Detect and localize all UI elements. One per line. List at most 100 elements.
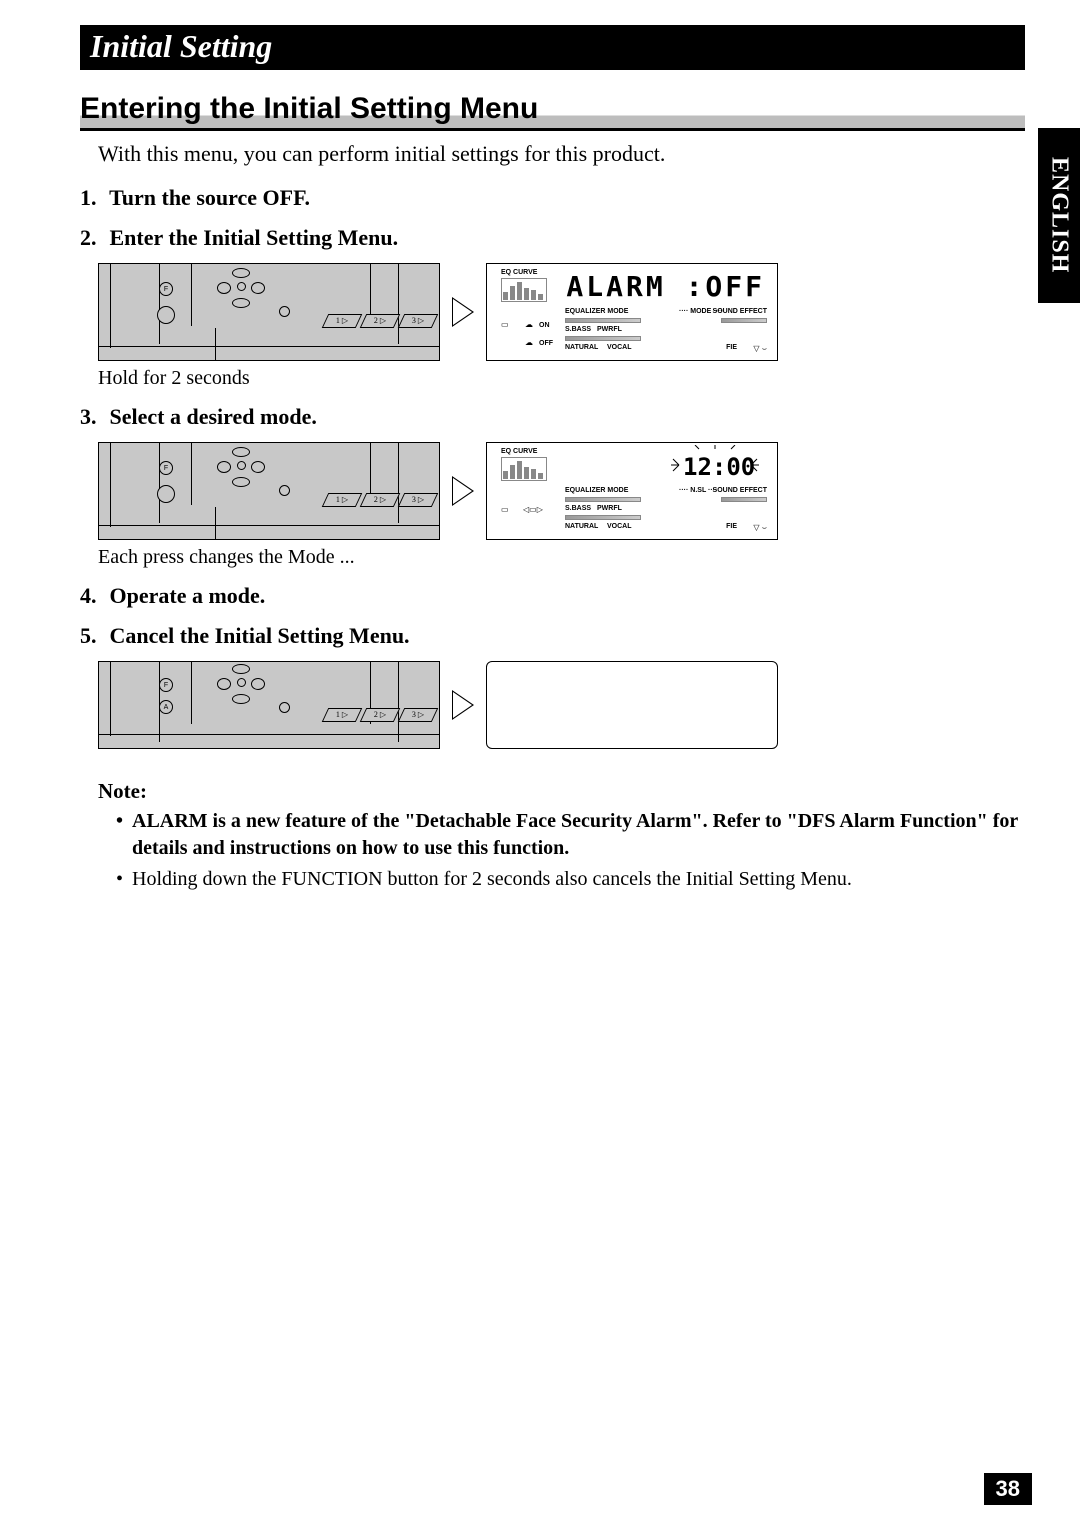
clock-burst-icon: 12:00 xyxy=(669,445,761,485)
pwrfl-label: PWRFL xyxy=(597,505,622,512)
arrow-icon xyxy=(448,442,478,540)
f-button-icon: F xyxy=(159,678,173,692)
center-dot-icon xyxy=(237,678,246,687)
sound-effect-label: SOUND EFFECT xyxy=(713,487,767,494)
step-text: Cancel the Initial Setting Menu. xyxy=(110,623,410,648)
sbass-label: S.BASS xyxy=(565,326,591,333)
pwrfl-label: PWRFL xyxy=(597,326,622,333)
step-number: 5. xyxy=(80,623,104,649)
preset-2-icon: 2 ▷ xyxy=(364,494,396,506)
note-list: ALARM is a new feature of the "Detachabl… xyxy=(116,808,1025,893)
step-text: Enter the Initial Setting Menu. xyxy=(110,225,399,250)
diagram-row-2: F 1 ▷ 2 ▷ 3 ▷ EQ CURVE xyxy=(98,442,1025,540)
preset-3-icon: 3 ▷ xyxy=(402,315,434,327)
sbass-label: S.BASS xyxy=(565,505,591,512)
eq-graph-icon xyxy=(501,457,547,481)
step-2: 2. Enter the Initial Setting Menu. xyxy=(80,225,1025,251)
down-arrow-icon xyxy=(232,477,250,487)
section-title: Entering the Initial Setting Menu xyxy=(80,92,1025,131)
right-arrow-icon xyxy=(251,678,265,690)
right-arrow-icon xyxy=(251,461,265,473)
small-button-icon xyxy=(279,702,290,713)
f-button-icon: F xyxy=(159,461,173,475)
equalizer-mode-label: EQUALIZER MODE xyxy=(565,487,628,494)
preset-3-icon: 3 ▷ xyxy=(402,494,434,506)
language-tab: ENGLISH xyxy=(1038,128,1080,303)
step-5: 5. Cancel the Initial Setting Menu. xyxy=(80,623,1025,649)
preset-1-icon: 1 ▷ xyxy=(326,315,358,327)
display-main-text: ALARM :OFF xyxy=(566,270,765,303)
loud-icon: ▭ xyxy=(501,320,509,329)
step-number: 3. xyxy=(80,404,104,430)
step-1: 1. Turn the source OFF. xyxy=(80,185,1025,211)
right-arrow-icon xyxy=(251,282,265,294)
sound-effect-label: SOUND EFFECT xyxy=(713,308,767,315)
natural-label: NATURAL xyxy=(565,344,598,351)
up-arrow-icon xyxy=(232,447,250,457)
up-arrow-icon xyxy=(232,664,250,674)
fie-icons: ▽ ⌣ xyxy=(753,344,767,354)
a-button-icon: A xyxy=(159,700,173,714)
fie-label: FIE xyxy=(726,344,737,351)
knob-icon xyxy=(157,306,175,324)
note-heading: Note: xyxy=(98,779,1025,804)
step-number: 4. xyxy=(80,583,104,609)
small-button-icon xyxy=(279,306,290,317)
on-label: ON xyxy=(539,322,550,329)
arrow-icon xyxy=(448,263,478,361)
clock-text: 12:00 xyxy=(683,453,755,481)
left-arrow-icon xyxy=(217,282,231,294)
loud-icon: ▭ xyxy=(501,505,509,514)
fie-icons: ▽ ⌣ xyxy=(753,523,767,533)
step-number: 2. xyxy=(80,225,104,251)
control-panel-illustration: F 1 ▷ 2 ▷ 3 ▷ xyxy=(98,442,440,540)
vocal-label: VOCAL xyxy=(607,523,632,530)
scan-left-icon: ◁▭▷ xyxy=(523,505,543,514)
small-button-icon xyxy=(279,485,290,496)
chapter-header: Initial Setting xyxy=(80,25,1025,70)
eq-curve-label: EQ CURVE xyxy=(501,269,537,276)
hold-caption: Hold for 2 seconds xyxy=(98,367,1025,390)
down-arrow-icon xyxy=(232,298,250,308)
step-number: 1. xyxy=(80,185,104,211)
note-item: Holding down the FUNCTION button for 2 s… xyxy=(116,866,1025,893)
natural-label: NATURAL xyxy=(565,523,598,530)
down-arrow-icon xyxy=(232,694,250,704)
control-panel-illustration: F A 1 ▷ 2 ▷ 3 ▷ xyxy=(98,661,440,749)
preset-3-icon: 3 ▷ xyxy=(402,709,434,721)
step-4: 4. Operate a mode. xyxy=(80,583,1025,609)
each-press-caption: Each press changes the Mode ... xyxy=(98,546,1025,569)
knob-icon xyxy=(157,485,175,503)
preset-1-icon: 1 ▷ xyxy=(326,494,358,506)
page-number: 38 xyxy=(984,1473,1032,1505)
preset-1-icon: 1 ▷ xyxy=(326,709,358,721)
center-dot-icon xyxy=(237,282,246,291)
on-icon: ☁ xyxy=(525,320,533,329)
step-text: Turn the source OFF. xyxy=(109,185,310,210)
center-dot-icon xyxy=(237,461,246,470)
step-text: Operate a mode. xyxy=(110,583,266,608)
f-button-icon: F xyxy=(159,282,173,296)
up-arrow-icon xyxy=(232,268,250,278)
intro-text: With this menu, you can perform initial … xyxy=(98,141,1025,167)
diagram-row-1: F 1 ▷ 2 ▷ 3 ▷ EQ CURVE ALARM :OFF EQUALI… xyxy=(98,263,1025,361)
step-3: 3. Select a desired mode. xyxy=(80,404,1025,430)
display-illustration-alarm: EQ CURVE ALARM :OFF EQUALIZER MODE ···· … xyxy=(486,263,778,361)
arrow-icon xyxy=(448,661,478,749)
equalizer-mode-label: EQUALIZER MODE xyxy=(565,308,628,315)
eq-curve-label: EQ CURVE xyxy=(501,448,537,455)
step-text: Select a desired mode. xyxy=(110,404,317,429)
off-icon: ☁ xyxy=(525,338,533,347)
preset-2-icon: 2 ▷ xyxy=(364,709,396,721)
preset-2-icon: 2 ▷ xyxy=(364,315,396,327)
fie-label: FIE xyxy=(726,523,737,530)
note-item: ALARM is a new feature of the "Detachabl… xyxy=(116,808,1025,862)
eq-graph-icon xyxy=(501,278,547,302)
diagram-row-3: F A 1 ▷ 2 ▷ 3 ▷ xyxy=(98,661,1025,749)
display-illustration-blank xyxy=(486,661,778,749)
control-panel-illustration: F 1 ▷ 2 ▷ 3 ▷ xyxy=(98,263,440,361)
display-illustration-clock: EQ CURVE 12:00 EQUALIZER MODE ···· N.SL … xyxy=(486,442,778,540)
vocal-label: VOCAL xyxy=(607,344,632,351)
left-arrow-icon xyxy=(217,461,231,473)
left-arrow-icon xyxy=(217,678,231,690)
